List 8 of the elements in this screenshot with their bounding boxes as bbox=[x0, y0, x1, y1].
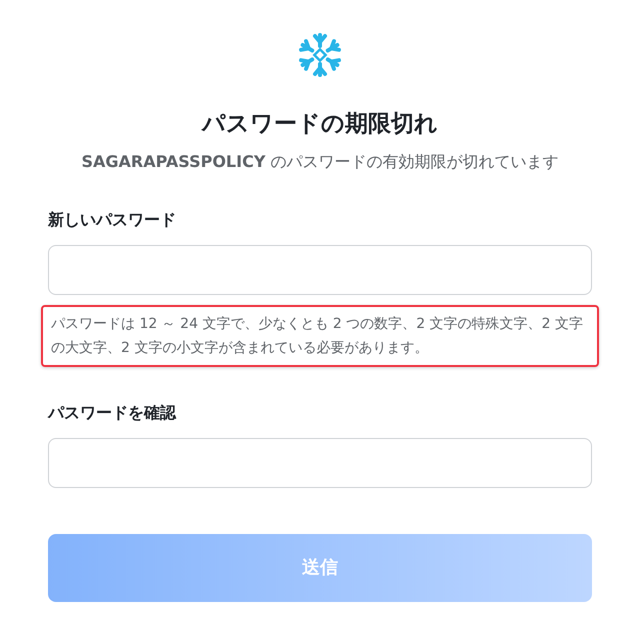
page-title: パスワードの期限切れ bbox=[202, 110, 438, 139]
password-field[interactable] bbox=[48, 244, 592, 294]
password-requirements-hint: パスワードは 12 ～ 24 文字で、少なくとも 2 つの数字、2 文字の特殊文字、2 文字の大文字、2 文字の小文字が含まれている必要があります。 bbox=[41, 304, 599, 366]
password-field[interactable] bbox=[48, 438, 592, 488]
snowflake-logo-icon bbox=[296, 31, 344, 79]
field-label: 新しいパスワード bbox=[48, 208, 177, 230]
field-label: パスワードを確認 bbox=[48, 402, 178, 424]
subtitle: SAGARAPASSPOLICY のパスワードの有効期限が切れています bbox=[82, 150, 558, 172]
